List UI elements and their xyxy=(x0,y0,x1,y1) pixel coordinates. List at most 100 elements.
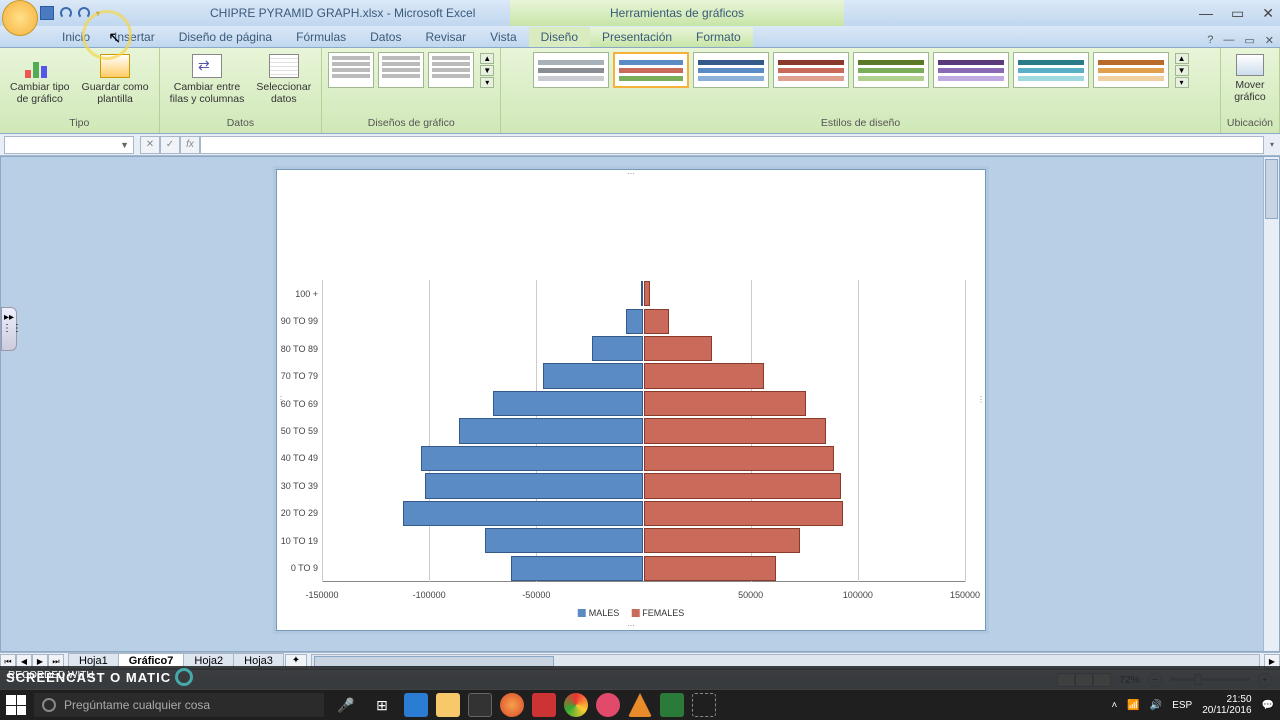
bar-males[interactable] xyxy=(403,501,643,526)
bar-females[interactable] xyxy=(644,336,713,361)
bar-males[interactable] xyxy=(421,446,644,471)
cortana-search[interactable]: Pregúntame cualquier cosa xyxy=(34,693,324,717)
mic-icon[interactable]: 🎤 xyxy=(332,693,360,717)
move-chart-button[interactable]: Mover gráfico xyxy=(1230,52,1270,105)
layouts-scroll-up[interactable]: ▲ xyxy=(480,53,494,64)
task-view-icon[interactable]: ⊞ xyxy=(368,693,396,717)
bar-females[interactable] xyxy=(644,281,650,306)
chart-style-3[interactable] xyxy=(693,52,769,88)
chart-layout-1[interactable] xyxy=(328,52,374,88)
app-edge[interactable] xyxy=(404,693,428,717)
app-store[interactable] xyxy=(468,693,492,717)
bar-males[interactable] xyxy=(543,363,644,388)
office-button[interactable] xyxy=(2,0,38,36)
bar-females[interactable] xyxy=(644,528,800,553)
chart-style-1[interactable] xyxy=(533,52,609,88)
chart-style-5[interactable] xyxy=(853,52,929,88)
switch-row-column-button[interactable]: Cambiar entre filas y columnas xyxy=(166,52,249,107)
app-vlc[interactable] xyxy=(628,693,652,717)
vertical-scrollbar[interactable] xyxy=(1263,157,1279,651)
doc-minimize-button[interactable]: — xyxy=(1223,34,1234,47)
bar-males[interactable] xyxy=(425,473,644,498)
bar-females[interactable] xyxy=(644,363,764,388)
save-icon[interactable] xyxy=(40,6,54,20)
doc-maximize-button[interactable]: ▭ xyxy=(1244,34,1254,47)
bar-males[interactable] xyxy=(592,336,643,361)
tray-lang[interactable]: ESP xyxy=(1172,700,1192,711)
chart-handle-right[interactable]: ⋮ xyxy=(976,395,986,405)
bar-males[interactable] xyxy=(626,309,643,334)
maximize-button[interactable]: ▭ xyxy=(1231,5,1244,22)
chart-style-6[interactable] xyxy=(933,52,1009,88)
chart-handle-top[interactable]: ⋯ xyxy=(626,169,636,179)
save-as-template-button[interactable]: Guardar como plantilla xyxy=(78,52,153,107)
undo-icon[interactable] xyxy=(60,7,72,19)
app-firefox[interactable] xyxy=(500,693,524,717)
layouts-scroll-down[interactable]: ▼ xyxy=(480,65,494,76)
legend-item-females[interactable]: FEMALES xyxy=(631,608,684,618)
tray-volume-icon[interactable]: 🔊 xyxy=(1150,700,1162,711)
formula-input[interactable] xyxy=(200,136,1264,154)
styles-scroll-0[interactable]: ▲ xyxy=(1175,53,1189,64)
styles-scroll-2[interactable]: ▾ xyxy=(1175,77,1189,88)
chart-style-4[interactable] xyxy=(773,52,849,88)
chart-object[interactable]: ⋯ ⋯ ⋮ ⋮ -150000-100000-50000500001000001… xyxy=(276,169,986,631)
bar-males[interactable] xyxy=(493,391,643,416)
chart-layout-2[interactable] xyxy=(378,52,424,88)
select-data-button[interactable]: Seleccionar datos xyxy=(252,52,315,107)
enter-formula-button[interactable]: ✓ xyxy=(160,136,180,154)
name-box-dropdown-icon[interactable]: ▼ xyxy=(120,140,129,150)
tray-up-icon[interactable]: ˄ xyxy=(1111,700,1117,711)
chart-style-8[interactable] xyxy=(1093,52,1169,88)
tab-datos[interactable]: Datos xyxy=(358,27,413,47)
bar-females[interactable] xyxy=(644,391,807,416)
tab-insertar[interactable]: Insertar xyxy=(102,27,167,47)
app-recorder[interactable] xyxy=(692,693,716,717)
app-explorer[interactable] xyxy=(436,693,460,717)
tab-presentacion[interactable]: Presentación xyxy=(590,27,684,47)
legend-item-males[interactable]: MALES xyxy=(578,608,620,618)
app-chrome[interactable] xyxy=(564,693,588,717)
tab-diseno[interactable]: Diseño xyxy=(529,27,590,47)
horizontal-scrollbar-thumb[interactable] xyxy=(314,656,554,667)
app-itunes[interactable] xyxy=(596,693,620,717)
chart-style-2[interactable] xyxy=(613,52,689,88)
formula-bar-expand[interactable]: ▾ xyxy=(1264,140,1280,149)
side-panel-handle[interactable]: ▸▸⋮⋮ xyxy=(1,307,17,351)
change-chart-type-button[interactable]: Cambiar tipo de gráfico xyxy=(6,52,74,107)
plot-area[interactable]: -150000-100000-50000500001000001500000 T… xyxy=(322,280,965,600)
bar-females[interactable] xyxy=(644,418,826,443)
minimize-button[interactable]: — xyxy=(1199,5,1213,22)
app-media[interactable] xyxy=(532,693,556,717)
bar-females[interactable] xyxy=(644,309,670,334)
start-button[interactable] xyxy=(6,695,26,715)
tab-formato[interactable]: Formato xyxy=(684,27,753,47)
bar-males[interactable] xyxy=(485,528,644,553)
app-excel[interactable] xyxy=(660,693,684,717)
vertical-scrollbar-thumb[interactable] xyxy=(1265,159,1278,219)
tab-inicio[interactable]: Inicio xyxy=(50,27,102,47)
legend[interactable]: MALES FEMALES xyxy=(578,608,685,618)
tab-formulas[interactable]: Fórmulas xyxy=(284,27,358,47)
bar-females[interactable] xyxy=(644,473,841,498)
chart-handle-bottom[interactable]: ⋯ xyxy=(626,621,636,631)
bar-females[interactable] xyxy=(644,501,843,526)
styles-scroll-1[interactable]: ▼ xyxy=(1175,65,1189,76)
name-box[interactable]: ▼ xyxy=(4,136,134,154)
tray-clock[interactable]: 21:50 20/11/2016 xyxy=(1202,694,1251,716)
tab-diseno-pagina[interactable]: Diseño de página xyxy=(167,27,284,47)
tray-network-icon[interactable]: 📶 xyxy=(1127,700,1139,711)
bar-males[interactable] xyxy=(511,556,644,581)
tab-vista[interactable]: Vista xyxy=(478,27,528,47)
bar-males[interactable] xyxy=(459,418,643,443)
tab-revisar[interactable]: Revisar xyxy=(413,27,478,47)
layouts-expand[interactable]: ▾ xyxy=(480,77,494,88)
doc-close-button[interactable]: ✕ xyxy=(1265,34,1274,47)
qat-dropdown-icon[interactable]: ▾ xyxy=(96,9,100,18)
help-button[interactable]: ? xyxy=(1207,34,1213,47)
chart-style-7[interactable] xyxy=(1013,52,1089,88)
close-button[interactable]: ✕ xyxy=(1262,5,1274,22)
redo-icon[interactable] xyxy=(78,7,90,19)
cancel-formula-button[interactable]: ✕ xyxy=(140,136,160,154)
fx-button[interactable]: fx xyxy=(180,136,200,154)
